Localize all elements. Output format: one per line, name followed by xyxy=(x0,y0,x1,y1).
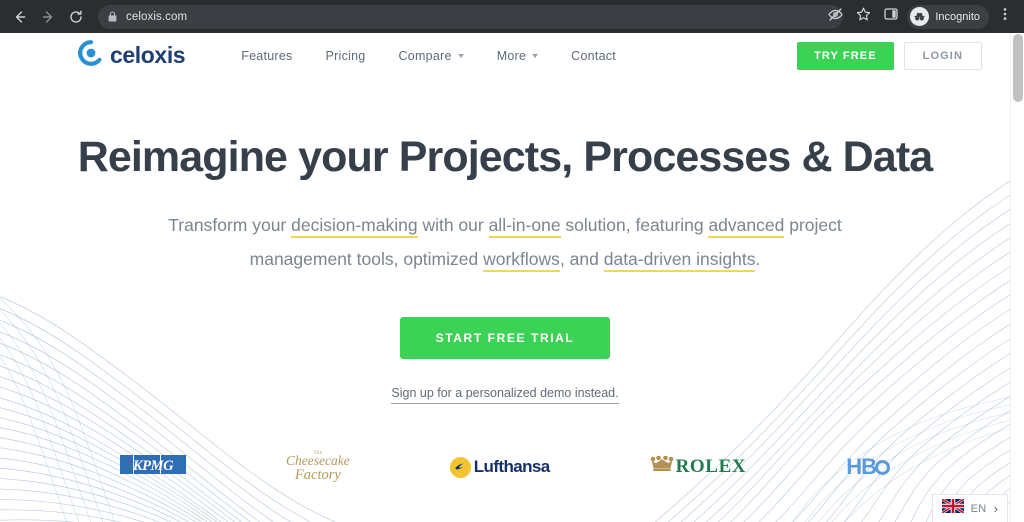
site-logo-text: celoxis xyxy=(110,42,186,68)
back-arrow-icon xyxy=(12,9,28,25)
page-viewport: celoxis Features Pricing Compare More Co… xyxy=(0,33,1024,522)
nav-label: Features xyxy=(241,48,293,63)
nav-label: Pricing xyxy=(325,48,366,63)
celoxis-c-logo-icon xyxy=(78,40,104,71)
forward-button[interactable] xyxy=(34,3,62,31)
hero-subtitle: Transform your decision-making with our … xyxy=(125,208,885,276)
client-logo-hbo: HB xyxy=(846,445,890,489)
url-text: celoxis.com xyxy=(126,10,188,23)
kpmg-logo-text: KPMG xyxy=(132,458,174,474)
profile-incognito-chip[interactable]: Incognito xyxy=(907,4,989,29)
client-logo-kpmg: KPMG xyxy=(120,445,186,489)
eye-slash-icon xyxy=(827,6,844,28)
chevron-down-icon xyxy=(457,53,464,58)
rolex-logo: ROLEX xyxy=(650,455,747,478)
hero-subtitle-highlight-9: data-driven insights xyxy=(603,249,756,273)
header-actions: TRY FREE LOGIN xyxy=(797,41,982,70)
nav-item-pricing[interactable]: Pricing xyxy=(326,49,366,63)
nav-item-contact[interactable]: Contact xyxy=(571,49,616,63)
hero-section: Reimagine your Projects, Processes & Dat… xyxy=(0,133,1010,405)
main-navigation: Features Pricing Compare More Contact xyxy=(241,49,616,63)
hero-subtitle-highlight-3: all-in-one xyxy=(488,215,561,239)
address-bar[interactable]: celoxis.com xyxy=(98,4,843,29)
side-panel-button[interactable] xyxy=(878,4,904,30)
nav-label: Contact xyxy=(571,48,617,63)
client-logo-rolex: ROLEX xyxy=(650,445,747,489)
hero-subtitle-highlight-7: workflows xyxy=(483,249,560,273)
tracking-protection-button[interactable] xyxy=(822,4,848,30)
start-free-trial-button[interactable]: START FREE TRIAL xyxy=(399,317,611,360)
lock-icon xyxy=(108,11,117,22)
page-scrollbar[interactable] xyxy=(1010,33,1024,522)
scrollbar-thumb[interactable] xyxy=(1013,34,1023,102)
nav-item-more[interactable]: More xyxy=(496,48,539,63)
rolex-crown-icon xyxy=(650,455,674,478)
hbo-logo-text: HB xyxy=(846,454,877,479)
uk-flag-icon xyxy=(940,497,965,518)
cheesecake-logo-line-2: Factory xyxy=(294,467,341,484)
hbo-logo: HB xyxy=(846,454,890,480)
site-logo[interactable]: celoxis xyxy=(78,40,186,71)
rolex-logo-text: ROLEX xyxy=(675,456,747,477)
chevron-down-icon xyxy=(532,53,539,58)
nav-item-compare[interactable]: Compare xyxy=(399,49,464,63)
hbo-logo-o-ring xyxy=(874,459,890,475)
nav-label: Compare xyxy=(398,48,452,63)
hero-subtitle-text-8: , and xyxy=(559,249,604,270)
hero-subtitle-text-2: with our xyxy=(417,215,489,236)
browser-menu-button[interactable] xyxy=(992,4,1018,30)
profile-label: Incognito xyxy=(935,10,980,23)
client-logo-lufthansa: Lufthansa xyxy=(449,445,550,489)
language-label: EN xyxy=(970,502,987,515)
incognito-avatar-icon xyxy=(910,7,930,26)
client-logo-cheesecake-factory: The Cheesecake Factory xyxy=(286,445,350,489)
lufthansa-logo: Lufthansa xyxy=(449,456,550,478)
browser-nav-buttons xyxy=(0,3,90,31)
back-button[interactable] xyxy=(6,3,34,31)
hero-subtitle-highlight-5: advanced xyxy=(708,215,785,239)
star-icon xyxy=(855,6,872,28)
lufthansa-logo-text: Lufthansa xyxy=(473,457,550,476)
bookmark-button[interactable] xyxy=(850,4,876,30)
lufthansa-crane-icon xyxy=(449,456,471,478)
side-panel-icon xyxy=(883,6,899,27)
try-free-button[interactable]: TRY FREE xyxy=(797,41,894,70)
nav-label: More xyxy=(496,48,527,63)
chevron-right-icon: › xyxy=(993,501,998,516)
browser-chrome: celoxis.com Incognito xyxy=(0,0,1024,33)
site-header: celoxis Features Pricing Compare More Co… xyxy=(0,33,1010,78)
hero-subtitle-text-4: solution, featuring xyxy=(560,215,709,236)
cheesecake-factory-logo: The Cheesecake Factory xyxy=(286,451,350,483)
cheesecake-logo-line-1: Cheesecake xyxy=(286,453,350,469)
hero-subtitle-text-10: . xyxy=(755,249,761,270)
page-title: Reimagine your Projects, Processes & Dat… xyxy=(77,133,933,181)
reload-icon xyxy=(68,9,84,25)
kpmg-logo: KPMG xyxy=(120,455,186,479)
login-button[interactable]: LOGIN xyxy=(903,41,982,70)
three-dot-menu-icon xyxy=(998,6,1012,27)
hero-cta-group: START FREE TRIAL Sign up for a personali… xyxy=(0,317,1010,405)
hero-subtitle-highlight-1: decision-making xyxy=(291,215,418,239)
reload-button[interactable] xyxy=(62,3,90,31)
personalized-demo-link[interactable]: Sign up for a personalized demo instead. xyxy=(391,386,619,405)
language-selector[interactable]: EN › xyxy=(931,494,1008,522)
nav-item-features[interactable]: Features xyxy=(241,49,292,63)
client-logo-strip: KPMG The Cheesecake Factory Lufthansa RO… xyxy=(0,445,1010,489)
forward-arrow-icon xyxy=(40,9,56,25)
hero-subtitle-text-0: Transform your xyxy=(168,215,292,236)
browser-toolbar-right: Incognito xyxy=(821,0,1024,33)
